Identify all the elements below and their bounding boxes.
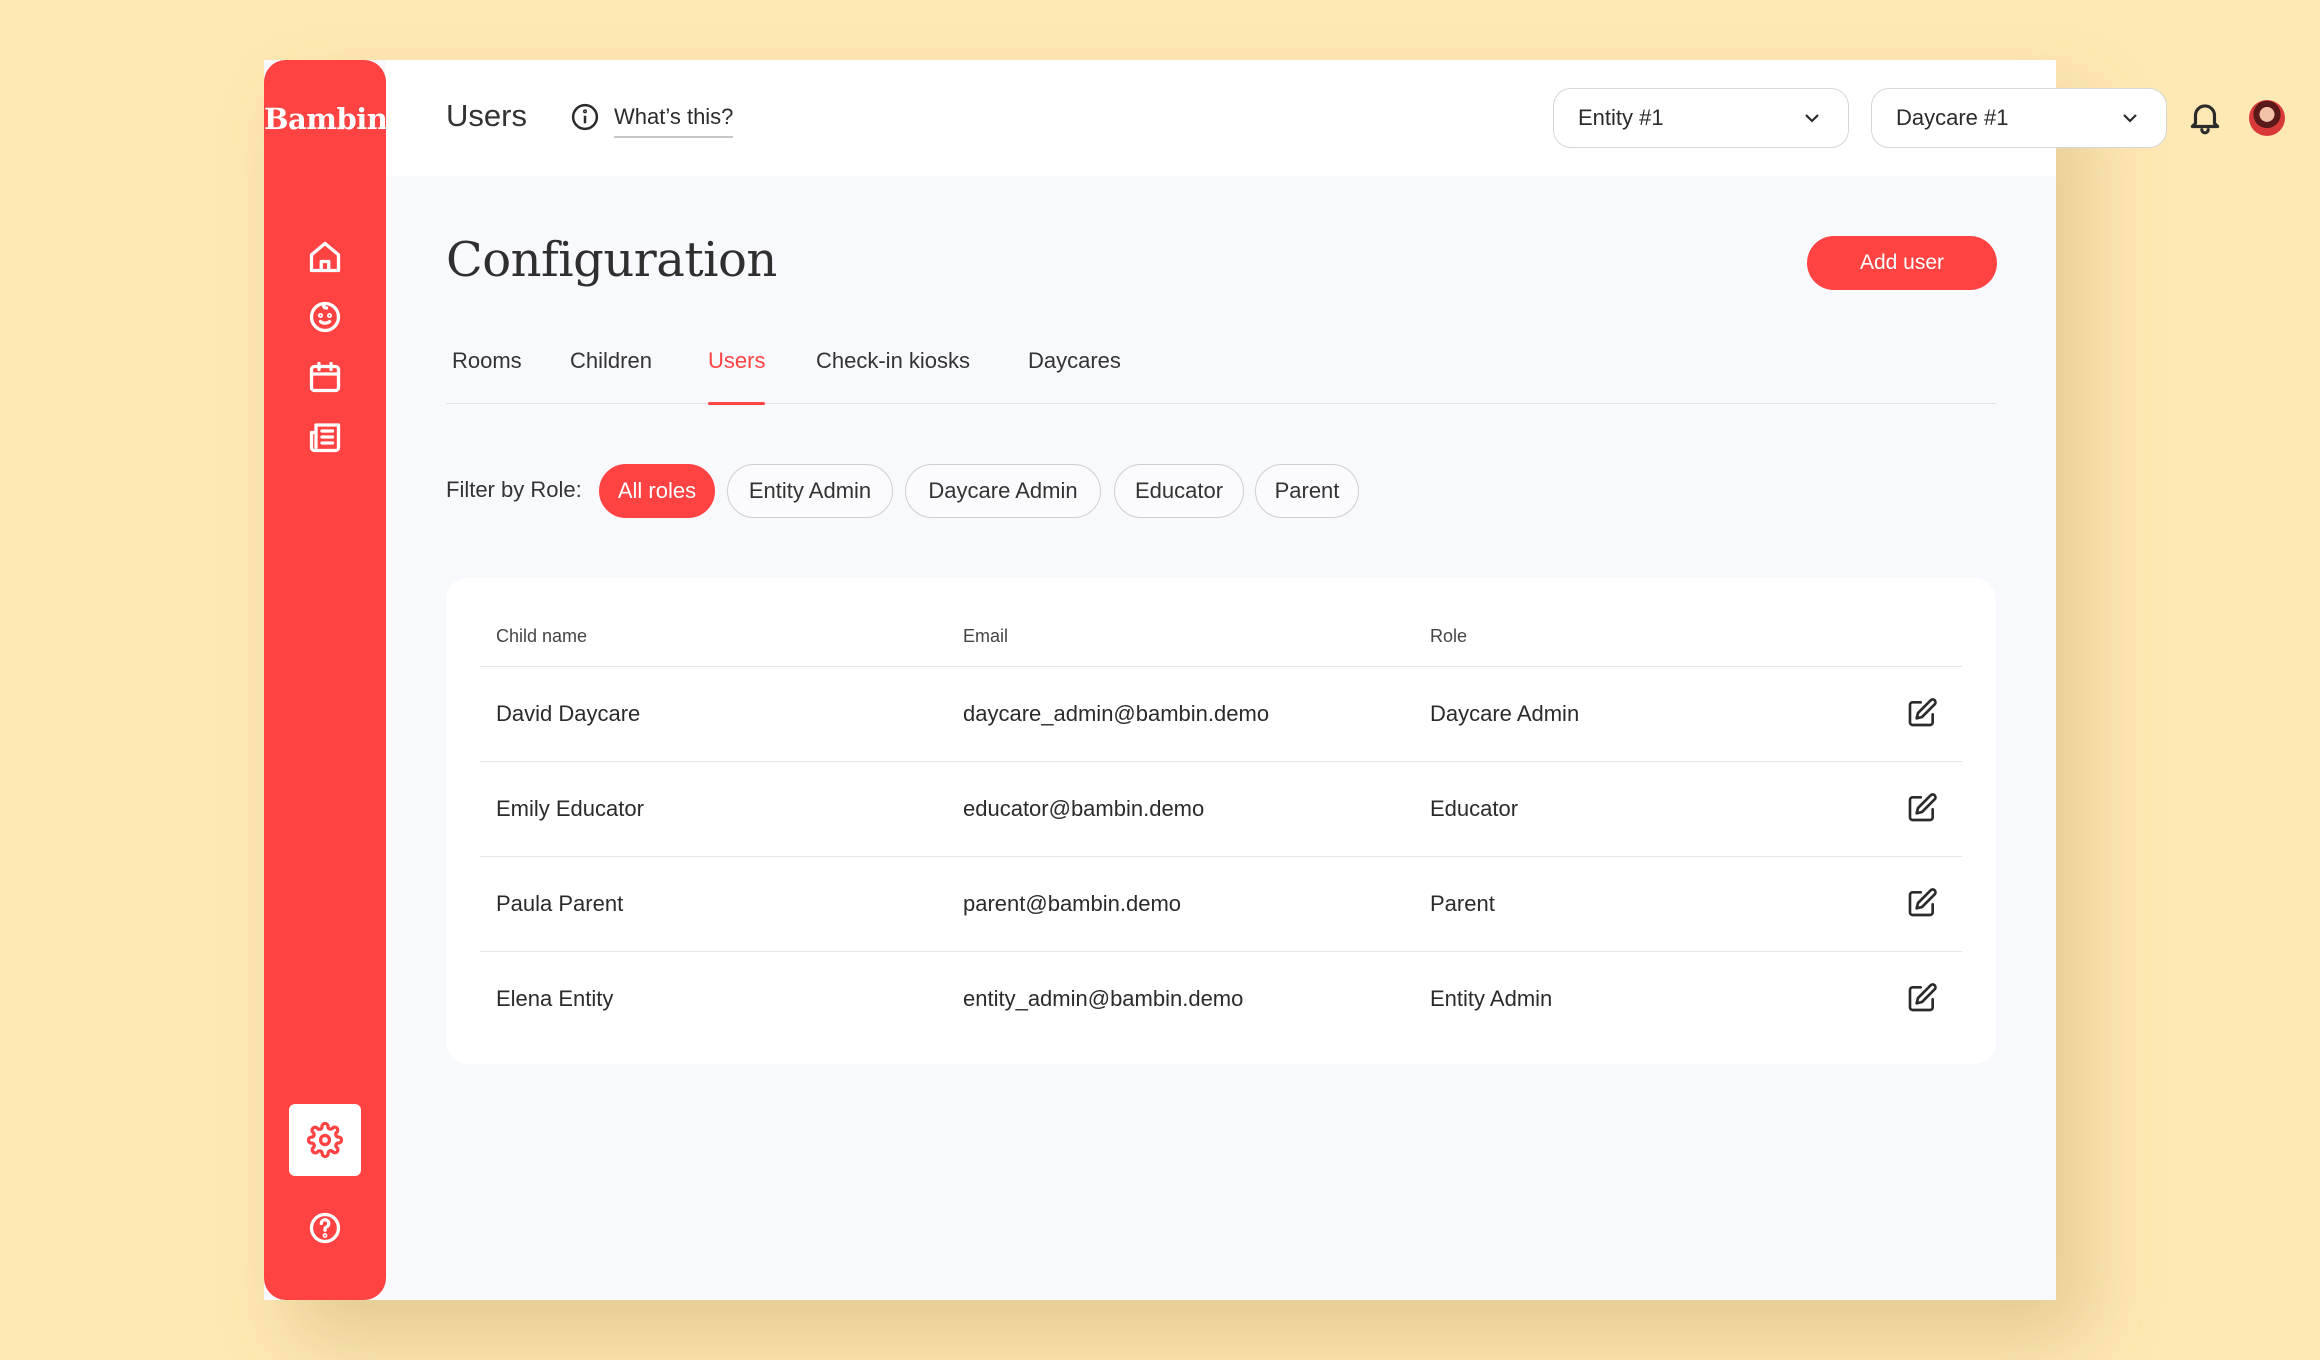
- user-name: Emily Educator: [496, 796, 644, 821]
- calendar-icon[interactable]: [301, 353, 349, 401]
- table-row: David Daycare daycare_admin@bambin.demo …: [480, 666, 1962, 761]
- filter-chip-daycare-admin[interactable]: Daycare Admin: [905, 464, 1101, 518]
- whats-this-link[interactable]: What’s this?: [614, 104, 734, 138]
- filter-label: Filter by Role:: [446, 477, 582, 502]
- entity-select[interactable]: Entity #1: [1553, 88, 1849, 148]
- bell-icon[interactable]: [2186, 98, 2224, 136]
- tab-rooms[interactable]: Rooms: [452, 348, 522, 404]
- users-table: Child name Email Role David Daycare dayc…: [446, 578, 1996, 1064]
- tab-check-in-kiosks[interactable]: Check-in kiosks: [816, 348, 970, 404]
- user-name: Paula Parent: [496, 891, 624, 916]
- bambin-logo[interactable]: Bambin: [264, 102, 388, 136]
- baby-face-icon[interactable]: [301, 293, 349, 341]
- user-role: Educator: [1430, 796, 1519, 821]
- chevron-down-icon: [1805, 114, 1819, 123]
- daycare-select-value: Daycare #1: [1896, 105, 2009, 130]
- app-window: Bambin Users What’s this? Entity #1 Dayc…: [264, 60, 2285, 1300]
- header-title: Users: [446, 98, 527, 133]
- user-email: educator@bambin.demo: [963, 796, 1205, 821]
- tab-daycares[interactable]: Daycares: [1028, 348, 1121, 404]
- user-name: David Daycare: [496, 701, 641, 726]
- gear-icon[interactable]: [289, 1104, 361, 1176]
- tab-children[interactable]: Children: [570, 348, 652, 404]
- user-email: entity_admin@bambin.demo: [963, 986, 1244, 1011]
- user-role: Parent: [1430, 891, 1495, 916]
- user-email: parent@bambin.demo: [963, 891, 1182, 916]
- edit-icon[interactable]: [1906, 982, 1938, 1014]
- info-icon[interactable]: [570, 102, 600, 132]
- add-user-button[interactable]: Add user: [1807, 236, 1997, 290]
- home-icon[interactable]: [301, 233, 349, 281]
- user-role: Daycare Admin: [1430, 701, 1580, 726]
- filter-chip-educator[interactable]: Educator: [1114, 464, 1244, 518]
- column-header-child-name: Child name: [496, 626, 588, 646]
- filter-chip-parent[interactable]: Parent: [1255, 464, 1359, 518]
- filter-chip-all-roles[interactable]: All roles: [599, 464, 715, 518]
- edit-icon[interactable]: [1906, 792, 1938, 824]
- column-header-email: Email: [963, 626, 1009, 646]
- user-role: Entity Admin: [1430, 986, 1553, 1011]
- sidebar: Bambin: [264, 60, 388, 1300]
- page-title: Configuration: [446, 232, 777, 288]
- filter-chip-entity-admin[interactable]: Entity Admin: [727, 464, 893, 518]
- user-email: daycare_admin@bambin.demo: [963, 701, 1270, 726]
- edit-icon[interactable]: [1906, 697, 1938, 729]
- column-header-role: Role: [1430, 626, 1468, 646]
- help-circle-icon[interactable]: [301, 1204, 349, 1252]
- table-row: Elena Entity entity_admin@bambin.demo En…: [480, 951, 1962, 1046]
- table-row: Emily Educator educator@bambin.demo Educ…: [480, 761, 1962, 856]
- user-name: Elena Entity: [496, 986, 614, 1011]
- newspaper-icon[interactable]: [301, 413, 349, 461]
- config-tabs: Rooms Children Users Check-in kiosks Day…: [446, 348, 1996, 405]
- daycare-select[interactable]: Daycare #1: [1871, 88, 2167, 148]
- edit-icon[interactable]: [1906, 887, 1938, 919]
- tab-users[interactable]: Users: [708, 348, 766, 405]
- avatar[interactable]: [2249, 100, 2285, 136]
- chevron-down-icon: [2123, 114, 2137, 123]
- entity-select-value: Entity #1: [1578, 105, 1664, 130]
- table-row: Paula Parent parent@bambin.demo Parent: [480, 856, 1962, 951]
- top-bar: Users What’s this? Entity #1 Daycare #1: [386, 60, 2285, 176]
